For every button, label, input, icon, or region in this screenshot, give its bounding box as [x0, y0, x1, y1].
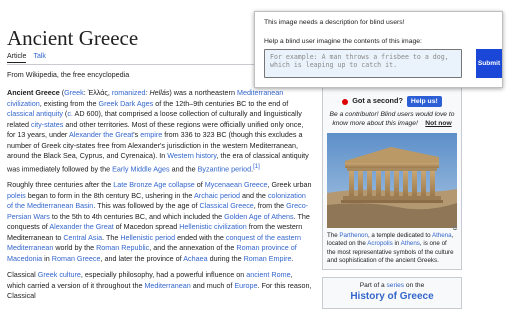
link[interactable]: Late Bronze Age collapse [113, 180, 195, 189]
article-body: Ancient Greece (Greek: Ἑλλάς, romanized:… [7, 88, 312, 308]
link[interactable]: Mycenaean Greece [205, 180, 268, 189]
caption-row: ⧉ The Parthenon, a temple dedicated to A… [327, 226, 457, 265]
tab-talk[interactable]: Talk [33, 53, 45, 63]
link[interactable]: Western history [167, 151, 216, 160]
link[interactable]: ancient Rome [246, 270, 290, 279]
link[interactable]: Classical Greece [199, 201, 253, 210]
link[interactable]: Hellenistic civilization [179, 222, 247, 231]
link[interactable]: Greek Dark Ages [99, 99, 154, 108]
record-dot-icon [342, 98, 349, 105]
link[interactable]: Athena [432, 232, 452, 239]
infobox: Got a second? Help us! Be a contributor!… [322, 85, 462, 271]
link[interactable]: Roman Empire [244, 254, 292, 263]
page-title: Ancient Greece [7, 26, 139, 50]
not-now-link[interactable]: Not now [425, 120, 451, 127]
cta-text: Got a second? [352, 96, 403, 106]
series-title[interactable]: History of Greece [325, 291, 459, 302]
expand-image-icon[interactable]: ⧉ [453, 225, 457, 233]
link[interactable]: romanized [112, 88, 146, 97]
link[interactable]: Alexander the Great [69, 130, 133, 139]
link[interactable]: Alexander the Great [49, 222, 113, 231]
link[interactable]: Achaea [183, 254, 207, 263]
paragraph-3: Classical Greek culture, especially phil… [7, 270, 312, 301]
link[interactable]: Greek culture [38, 270, 81, 279]
link[interactable]: city-states [31, 120, 63, 129]
paragraph-2: Roughly three centuries after the Late B… [7, 180, 312, 263]
link[interactable]: Byzantine period [198, 164, 252, 173]
link[interactable]: Archaic period [194, 191, 240, 200]
link[interactable]: Early Middle Ages [112, 164, 170, 173]
link[interactable]: Greek [64, 88, 84, 97]
help-us-button[interactable]: Help us! [406, 96, 442, 107]
series-intro: Part of a series on the [359, 282, 425, 290]
link[interactable]: Parthenon [339, 232, 368, 239]
alt-text-popup: This image needs a description for blind… [254, 11, 503, 88]
link[interactable]: Mediterranean [144, 281, 190, 290]
series-link[interactable]: series [387, 282, 405, 289]
link[interactable]: Central Asia [63, 233, 102, 242]
popup-prompt: Help a blind user imagine the contents o… [264, 38, 422, 45]
series-navbox: Part of a series on the History of Greec… [322, 277, 462, 310]
page-tabs: Article Talk [7, 53, 46, 63]
link[interactable]: Roman Greece [52, 254, 101, 263]
contribute-row: Got a second? Help us! [327, 96, 457, 107]
link[interactable]: Athens [401, 240, 420, 247]
citation-link[interactable]: [1] [253, 164, 260, 170]
link[interactable]: poleis [7, 191, 26, 200]
sidebar: Got a second? Help us! Be a contributor!… [322, 85, 462, 310]
description-input[interactable] [264, 49, 462, 78]
link[interactable]: classical antiquity [7, 109, 63, 118]
image-caption: The Parthenon, a temple dedicated to Ath… [327, 232, 454, 265]
submit-button[interactable]: Submit [476, 49, 502, 78]
link[interactable]: empire [140, 130, 162, 139]
parthenon-image[interactable] [327, 133, 457, 229]
link[interactable]: Golden Age of Athens [224, 212, 294, 221]
popup-heading: This image needs a description for blind… [264, 19, 405, 26]
contributor-message: Be a contributor! Blind users would love… [329, 111, 455, 127]
link[interactable]: Hellenistic period [120, 233, 175, 242]
tagline: From Wikipedia, the free encyclopedia [7, 70, 130, 79]
bold-term: Ancient Greece [7, 88, 60, 97]
link[interactable]: Acropolis [367, 240, 392, 247]
link[interactable]: Roman Republic [96, 243, 149, 252]
link[interactable]: Europe [234, 281, 257, 290]
tab-article[interactable]: Article [7, 53, 27, 63]
paragraph-1: Ancient Greece (Greek: Ἑλλάς, romanized:… [7, 88, 309, 173]
